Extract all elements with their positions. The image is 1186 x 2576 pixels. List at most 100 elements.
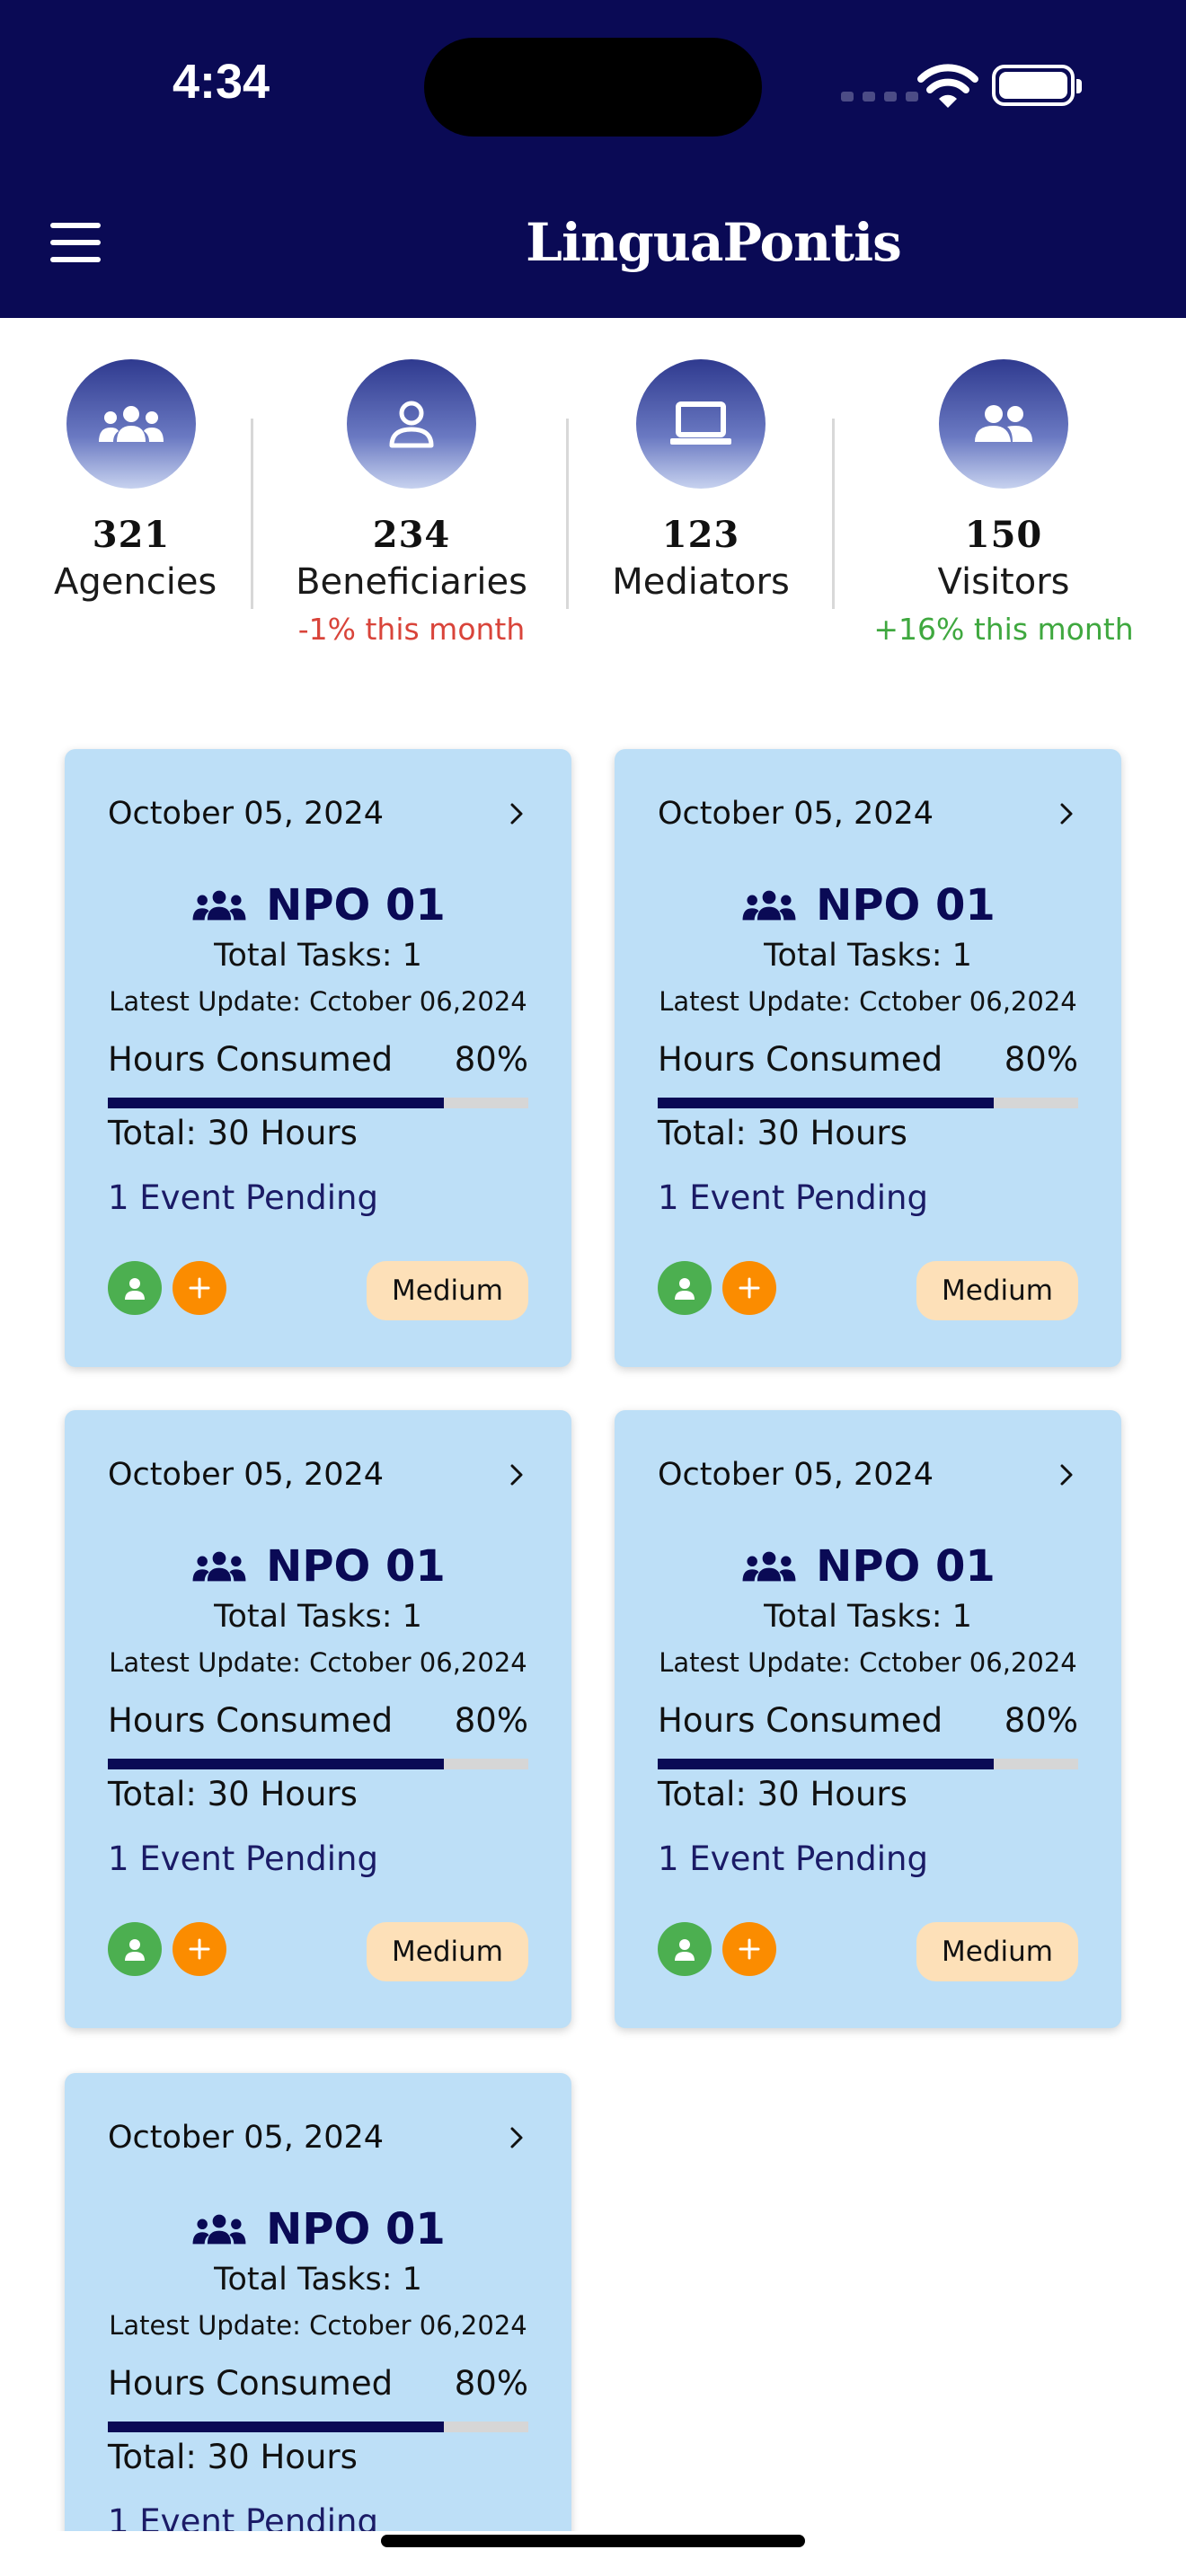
battery-icon: [992, 65, 1082, 106]
hours-consumed-percent: 80%: [1004, 1040, 1078, 1079]
assignees: [658, 1261, 776, 1315]
status-time: 4:34: [173, 55, 270, 109]
organization-name: NPO 01: [816, 1541, 996, 1592]
total-hours: Total: 30 Hours: [108, 1775, 358, 1813]
total-tasks: Total Tasks: 1: [764, 1599, 972, 1635]
priority-badge: Medium: [367, 1261, 528, 1320]
add-assignee-icon[interactable]: [173, 1261, 226, 1315]
stat-circle: [347, 359, 476, 489]
pending-events: 1 Event Pending: [108, 1839, 378, 1878]
organization-name: NPO 01: [266, 2204, 446, 2254]
latest-update: Latest Update: Cctober 06,2024: [659, 1647, 1077, 1678]
stat-beneficiaries: 234 Beneficiaries -1% this month: [286, 359, 537, 647]
progress-fill: [108, 1759, 445, 1769]
user-avatar-icon[interactable]: [108, 1261, 162, 1315]
hours-consumed-label: Hours Consumed: [108, 2364, 394, 2403]
stats-summary: 321 Agencies 234 Beneficiaries -1% this …: [0, 318, 1186, 686]
card-date: October 05, 2024: [108, 1457, 385, 1493]
stat-circle: [939, 359, 1068, 489]
organization-name: NPO 01: [266, 880, 446, 931]
hours-consumed-percent: 80%: [454, 1040, 528, 1079]
add-assignee-icon[interactable]: [173, 1922, 226, 1976]
card-date: October 05, 2024: [108, 796, 385, 832]
organization-card[interactable]: October 05, 2024 NPO 01 Total Tasks: 1 L…: [65, 1410, 571, 2028]
hours-consumed-percent: 80%: [1004, 1701, 1078, 1740]
app-title: LinguaPontis: [526, 212, 902, 273]
hours-progress-bar: [108, 1098, 528, 1108]
card-date: October 05, 2024: [658, 796, 934, 832]
stat-change: -1% this month: [297, 612, 526, 647]
user-avatar-icon[interactable]: [658, 1261, 712, 1315]
progress-fill: [108, 2422, 445, 2432]
stat-divider: [566, 419, 569, 609]
progress-fill: [658, 1759, 995, 1769]
stat-divider: [251, 419, 253, 609]
add-assignee-icon[interactable]: [722, 1261, 776, 1315]
pending-events: 1 Event Pending: [658, 1839, 928, 1878]
total-hours: Total: 30 Hours: [108, 1114, 358, 1152]
user-avatar-icon[interactable]: [658, 1922, 712, 1976]
group-icon: [192, 890, 246, 921]
stat-circle: [66, 359, 196, 489]
hours-progress-bar: [108, 1759, 528, 1769]
hours-consumed-label: Hours Consumed: [658, 1040, 943, 1079]
cellular-signal-icon: [841, 92, 918, 101]
pending-events: 1 Event Pending: [108, 1178, 378, 1217]
pending-events: 1 Event Pending: [658, 1178, 928, 1217]
progress-fill: [108, 1098, 445, 1108]
card-date: October 05, 2024: [108, 2120, 385, 2156]
stat-mediators: 123 Mediators: [604, 359, 798, 603]
home-indicator[interactable]: [381, 2535, 805, 2547]
organization-card[interactable]: October 05, 2024 NPO 01 Total Tasks: 1 L…: [65, 2073, 571, 2576]
organization-name: NPO 01: [816, 880, 996, 931]
latest-update: Latest Update: Cctober 06,2024: [109, 2310, 527, 2341]
group-icon: [742, 1551, 796, 1582]
laptop-icon: [670, 401, 731, 445]
total-tasks: Total Tasks: 1: [214, 938, 422, 974]
stat-value: 321: [92, 514, 171, 556]
latest-update: Latest Update: Cctober 06,2024: [109, 1647, 527, 1678]
stat-label: Mediators: [612, 561, 790, 603]
stat-label: Visitors: [937, 561, 1070, 603]
add-assignee-icon[interactable]: [722, 1922, 776, 1976]
total-hours: Total: 30 Hours: [658, 1114, 907, 1152]
wifi-icon: [917, 64, 978, 108]
total-tasks: Total Tasks: 1: [214, 1599, 422, 1635]
assignees: [108, 1261, 226, 1315]
chevron-right-icon[interactable]: [505, 1463, 528, 1486]
stat-label: Agencies: [54, 561, 217, 603]
stat-value: 150: [964, 514, 1043, 556]
group-icon: [192, 2214, 246, 2245]
chevron-right-icon[interactable]: [1055, 802, 1078, 825]
total-hours: Total: 30 Hours: [108, 2438, 358, 2476]
chevron-right-icon[interactable]: [505, 2126, 528, 2149]
stat-agencies: 321 Agencies: [54, 359, 217, 603]
app-header: 4:34 LinguaPontis: [0, 0, 1186, 318]
latest-update: Latest Update: Cctober 06,2024: [109, 986, 527, 1017]
stat-divider: [832, 419, 835, 609]
organization-card[interactable]: October 05, 2024 NPO 01 Total Tasks: 1 L…: [615, 1410, 1121, 2028]
total-hours: Total: 30 Hours: [658, 1775, 907, 1813]
user-avatar-icon[interactable]: [108, 1922, 162, 1976]
assignees: [658, 1922, 776, 1976]
card-date: October 05, 2024: [658, 1457, 934, 1493]
priority-badge: Medium: [916, 1922, 1078, 1981]
organization-card[interactable]: October 05, 2024 NPO 01 Total Tasks: 1 L…: [615, 749, 1121, 1367]
priority-badge: Medium: [916, 1261, 1078, 1320]
hours-progress-bar: [658, 1098, 1078, 1108]
stat-circle: [636, 359, 766, 489]
chevron-right-icon[interactable]: [1055, 1463, 1078, 1486]
stat-visitors: 150 Visitors +16% this month: [863, 359, 1145, 647]
stat-change: +16% this month: [873, 612, 1134, 647]
hours-consumed-label: Hours Consumed: [108, 1701, 394, 1740]
chevron-right-icon[interactable]: [505, 802, 528, 825]
stat-label: Beneficiaries: [296, 561, 527, 603]
hours-progress-bar: [108, 2422, 528, 2432]
hours-consumed-label: Hours Consumed: [108, 1040, 394, 1079]
stat-value: 234: [372, 514, 451, 556]
group-icon: [742, 890, 796, 921]
progress-fill: [658, 1098, 995, 1108]
organization-card[interactable]: October 05, 2024 NPO 01 Total Tasks: 1 L…: [65, 749, 571, 1367]
people-icon: [975, 405, 1032, 442]
hours-consumed-label: Hours Consumed: [658, 1701, 943, 1740]
